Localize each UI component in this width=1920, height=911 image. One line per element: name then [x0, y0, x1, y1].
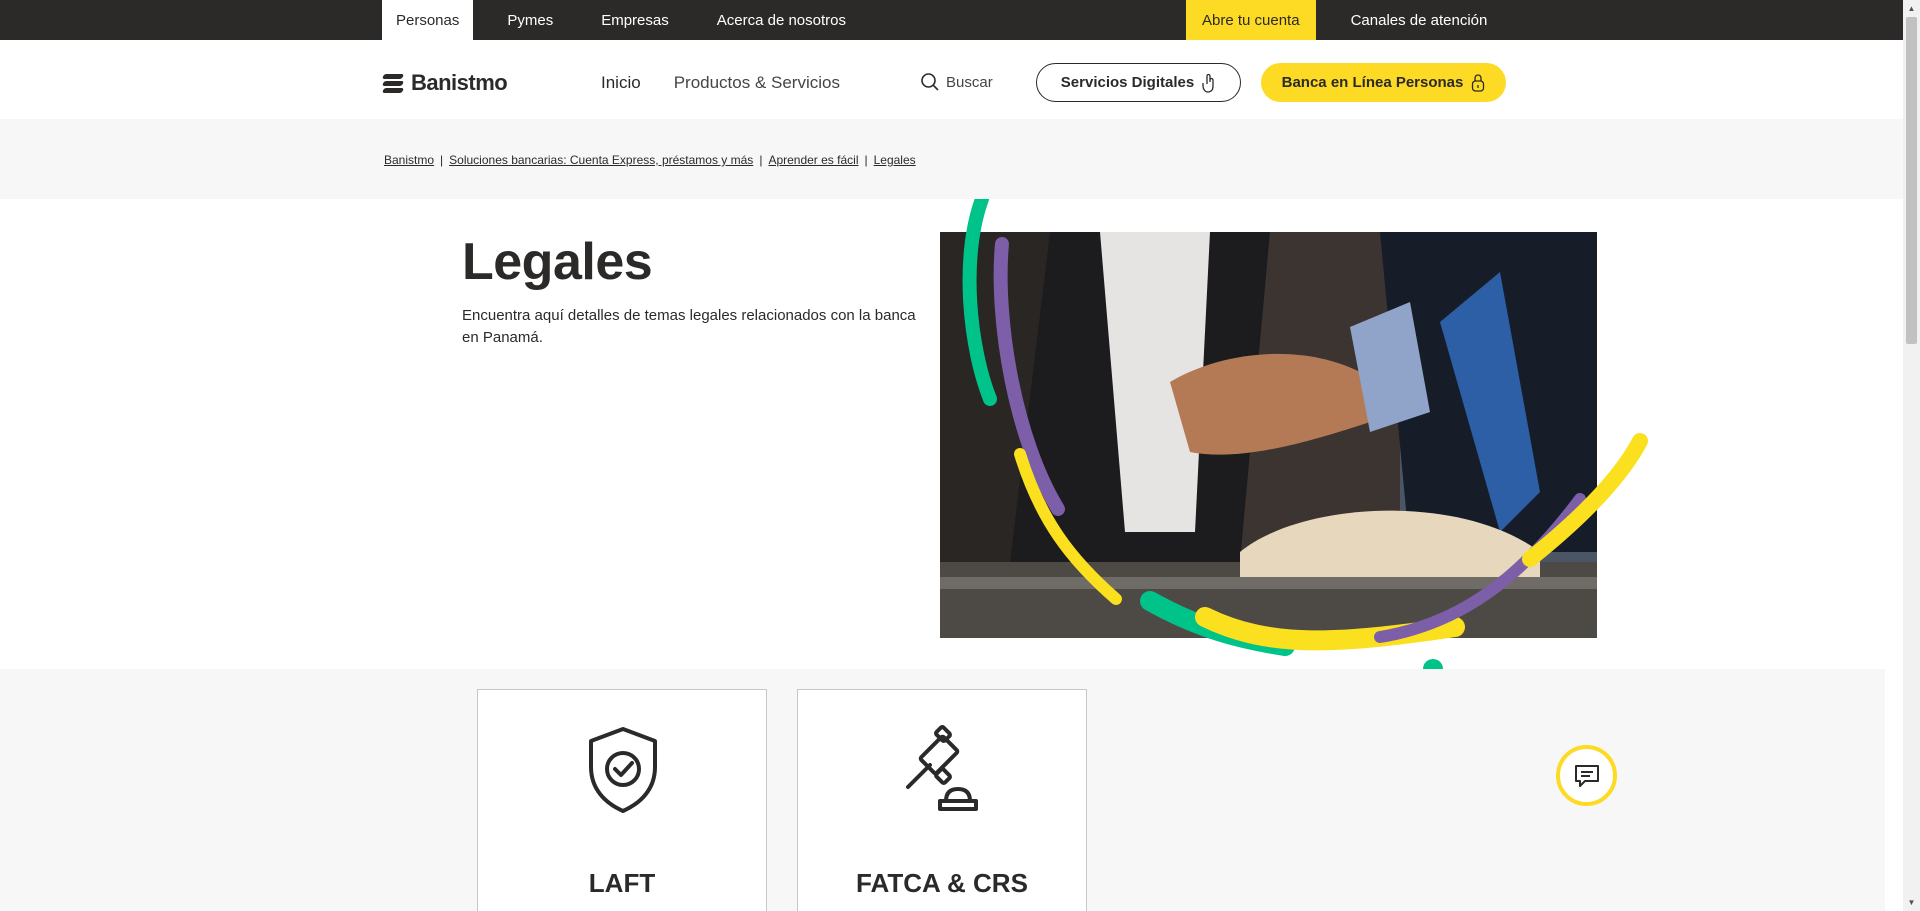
- page-title: Legales: [462, 233, 653, 291]
- scrollbar[interactable]: ▲ ▼: [1903, 0, 1920, 911]
- scroll-down-arrow-icon[interactable]: ▼: [1903, 894, 1920, 911]
- search-button[interactable]: Buscar: [920, 72, 993, 92]
- segment-tabs: Personas Pymes Empresas Acerca de nosotr…: [382, 0, 880, 40]
- breadcrumb-legales[interactable]: Legales: [874, 153, 916, 167]
- card-laft[interactable]: LAFT: [477, 689, 767, 911]
- banistmo-logo[interactable]: Banistmo: [381, 70, 508, 96]
- tab-pymes[interactable]: Pymes: [493, 0, 567, 40]
- breadcrumb: Banistmo | Soluciones bancarias: Cuenta E…: [0, 119, 1903, 199]
- top-bar-right: Abre tu cuenta Canales de atención: [1186, 0, 1522, 40]
- card-fatca-label: FATCA & CRS: [856, 868, 1028, 898]
- open-account-link[interactable]: Abre tu cuenta: [1186, 0, 1316, 40]
- logo-text: Banistmo: [411, 70, 508, 95]
- logo-mark-icon: [381, 72, 405, 94]
- shield-check-icon: [573, 725, 673, 815]
- tab-personas[interactable]: Personas: [382, 0, 474, 40]
- online-banking-button[interactable]: Banca en Línea Personas: [1261, 63, 1506, 102]
- decorative-arcs: [962, 199, 1648, 669]
- online-banking-label: Banca en Línea Personas: [1281, 74, 1464, 91]
- page-description: Encuentra aquí detalles de temas legales…: [462, 307, 916, 346]
- chat-icon: [1574, 764, 1599, 787]
- nav-productos[interactable]: Productos & Servicios: [674, 73, 840, 93]
- lock-icon: [1472, 73, 1485, 92]
- scrollbar-thumb[interactable]: [1906, 17, 1917, 344]
- hand-pointer-icon: [1202, 73, 1214, 93]
- main-nav: Inicio Productos & Servicios: [601, 73, 840, 93]
- search-label: Buscar: [946, 73, 993, 91]
- top-bar: Personas Pymes Empresas Acerca de nosotr…: [0, 0, 1903, 40]
- nav-inicio[interactable]: Inicio: [601, 73, 641, 93]
- chat-button[interactable]: [1556, 745, 1617, 806]
- channels-link[interactable]: Canales de atención: [1316, 0, 1523, 40]
- breadcrumb-aprender[interactable]: Aprender es fácil: [768, 153, 858, 167]
- card-fatca[interactable]: FATCA & CRS: [797, 689, 1087, 911]
- card-laft-label: LAFT: [588, 868, 656, 898]
- scroll-up-arrow-icon[interactable]: ▲: [1903, 0, 1920, 17]
- search-icon: [921, 73, 939, 91]
- tab-acerca[interactable]: Acerca de nosotros: [703, 0, 860, 40]
- digital-services-label: Servicios Digitales: [1060, 74, 1195, 91]
- tab-empresas[interactable]: Empresas: [587, 0, 683, 40]
- page: Personas Pymes Empresas Acerca de nosotr…: [0, 0, 1920, 911]
- breadcrumb-soluciones[interactable]: Soluciones bancarias: Cuenta Express, pr…: [449, 153, 753, 167]
- digital-services-button[interactable]: Servicios Digitales: [1036, 63, 1241, 102]
- breadcrumb-banistmo[interactable]: Banistmo: [384, 153, 434, 167]
- gavel-icon: [893, 725, 993, 815]
